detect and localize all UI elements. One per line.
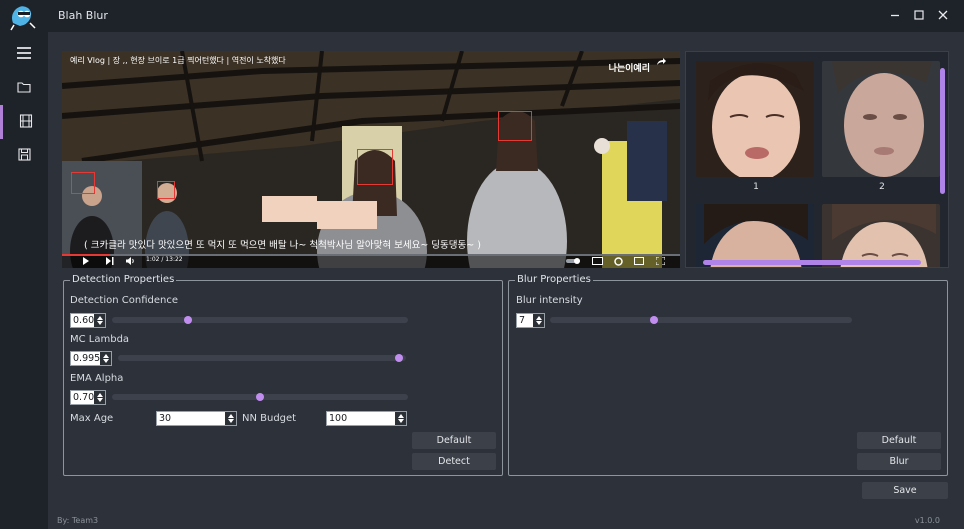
face-card[interactable]: 1 [696,61,816,192]
play-icon[interactable] [82,257,90,268]
video-title: 예리 Vlog | 장 ,, 현장 브이로 1급 찍어턴했다 | 역전이 노착했… [70,56,286,65]
mc-lambda-slider[interactable] [118,354,406,362]
blur-default-button[interactable]: Default [857,432,941,449]
fullscreen-icon[interactable] [655,256,666,268]
face-thumbnail [822,61,940,177]
face-label: 2 [879,182,885,192]
spinbox-arrows-icon[interactable] [94,314,105,327]
maximize-icon[interactable] [908,6,930,26]
video-watermark: 나는이예리 [608,64,650,74]
face-thumbnail [822,204,940,267]
autoplay-toggle-icon[interactable] [566,257,582,268]
minimize-icon[interactable] [884,6,906,26]
slider-handle[interactable] [184,316,192,324]
face-card[interactable] [696,204,816,267]
detection-box [157,181,175,199]
blur-properties-title: Blur Properties [515,274,593,285]
detection-box [357,149,393,185]
spinbox-arrows-icon[interactable] [395,412,406,425]
spinbox-arrows-icon[interactable] [100,352,111,365]
app-title: Blah Blur [58,9,108,22]
face-label: 1 [753,182,759,192]
mc-lambda-label: MC Lambda [70,334,130,345]
next-icon[interactable] [106,257,114,268]
ema-alpha-slider[interactable] [112,393,408,401]
nn-budget-spinbox[interactable]: 100 [326,411,407,426]
detection-properties-title: Detection Properties [70,274,177,285]
video-view-button[interactable] [0,105,48,139]
menu-button[interactable] [0,37,48,71]
video-controls: 1:02 / 13:22 [62,254,680,268]
face-thumbnail [696,61,814,177]
cast-icon[interactable] [634,257,644,268]
blur-intensity-slider[interactable] [550,316,852,324]
close-icon[interactable] [932,6,954,26]
share-icon[interactable] [656,57,666,69]
video-subtitle: ( 크카클라 맛있다 맛있으면 또 먹지 또 먹으면 배탈 나~ 척척박사님 알… [84,240,481,251]
detection-default-button[interactable]: Default [412,432,496,449]
settings-icon[interactable] [614,257,623,268]
detection-confidence-label: Detection Confidence [70,295,178,306]
face-card[interactable]: 2 [822,61,942,192]
subtitles-icon[interactable] [592,257,603,268]
detection-confidence-slider[interactable] [112,316,408,324]
open-file-button[interactable] [0,71,48,105]
nn-budget-label: NN Budget [242,413,297,424]
detection-box [71,172,95,194]
slider-handle[interactable] [395,354,403,362]
detect-button[interactable]: Detect [412,453,496,470]
save-icon [17,148,31,164]
detection-box [498,111,532,141]
slider-handle[interactable] [650,316,658,324]
detection-confidence-spinbox[interactable]: 0.60 [70,313,106,328]
max-age-label: Max Age [70,413,114,424]
author-credit: By: Team3 [57,516,99,525]
ema-alpha-spinbox[interactable]: 0.70 [70,390,106,405]
spinbox-arrows-icon[interactable] [94,391,105,404]
folder-icon [17,81,31,96]
spinbox-arrows-icon[interactable] [225,412,236,425]
save-button[interactable]: Save [862,482,948,499]
video-preview[interactable]: 예리 Vlog | 장 ,, 현장 브이로 1급 찍어턴했다 | 역전이 노착했… [62,51,680,268]
blur-intensity-spinbox[interactable]: 7 [516,313,545,328]
app-logo-icon [8,3,38,31]
face-card[interactable] [822,204,942,267]
film-icon [19,113,33,131]
save-video-button[interactable] [0,139,48,173]
blur-button[interactable]: Blur [857,453,941,470]
version-label: v1.0.0 [914,516,940,525]
volume-icon[interactable] [126,257,135,268]
hamburger-icon [16,46,32,63]
sidebar [0,32,48,529]
max-age-spinbox[interactable]: 30 [156,411,237,426]
face-gallery[interactable]: 1 2 [685,51,949,268]
ema-alpha-label: EMA Alpha [70,373,124,384]
mc-lambda-spinbox[interactable]: 0.995 [70,351,112,366]
gallery-vertical-scrollbar[interactable] [940,68,945,194]
video-time: 1:02 / 13:22 [146,256,183,263]
face-thumbnail [696,204,814,267]
gallery-horizontal-scrollbar[interactable] [703,260,921,265]
blur-intensity-label: Blur intensity [516,295,583,306]
title-bar: Blah Blur [0,0,964,32]
slider-handle[interactable] [256,393,264,401]
spinbox-arrows-icon[interactable] [533,314,544,327]
